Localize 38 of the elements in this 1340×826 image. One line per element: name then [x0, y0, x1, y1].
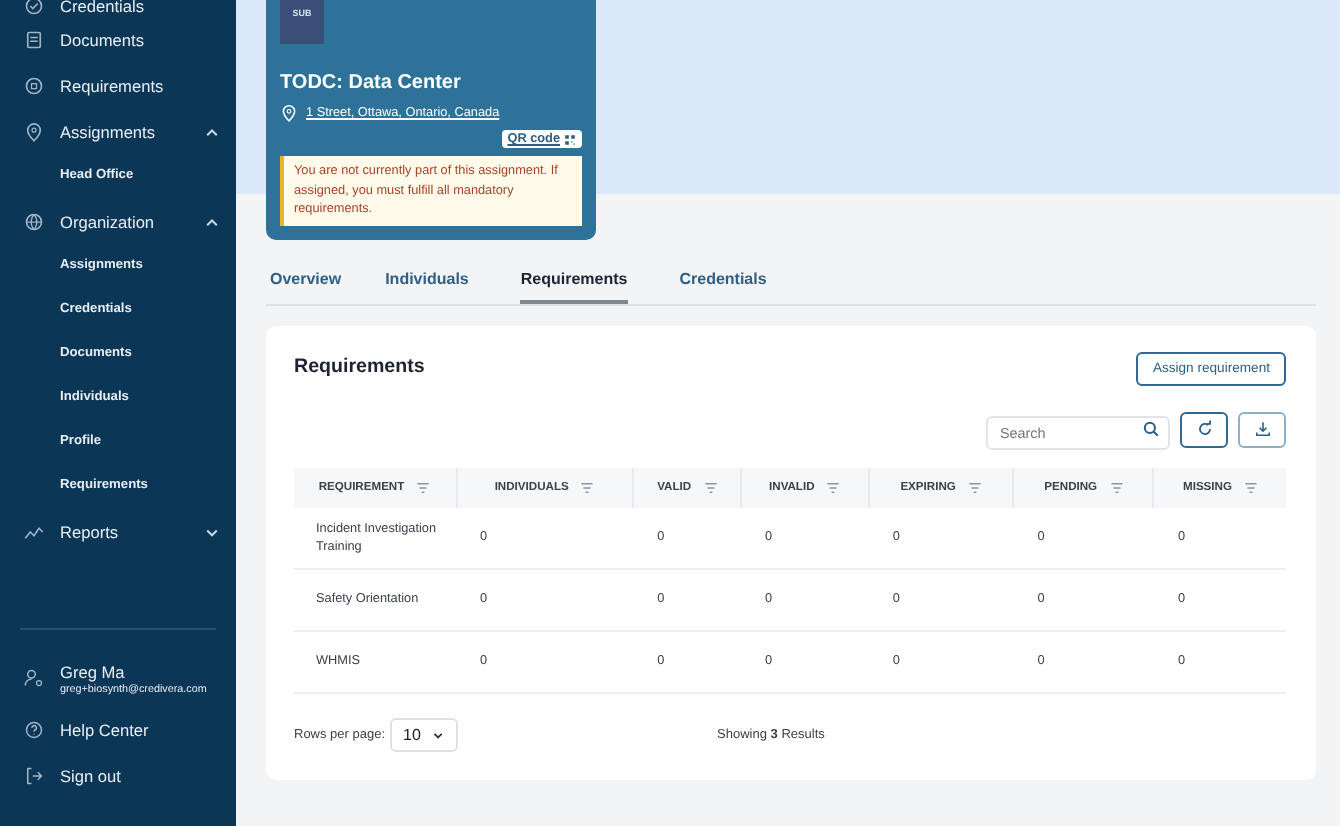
filter-icon[interactable] — [967, 481, 982, 493]
nav-item[interactable]: Documents — [0, 16, 236, 62]
download-button[interactable] — [1238, 411, 1286, 447]
filter-icon[interactable] — [1109, 481, 1124, 493]
refresh-button[interactable] — [1180, 411, 1228, 447]
nav-item[interactable]: Assignments — [0, 108, 236, 154]
nav-item[interactable]: Sign out — [0, 752, 236, 798]
location-pin-icon — [280, 104, 298, 122]
nav-item[interactable]: Reports — [0, 508, 236, 554]
filter-icon[interactable] — [826, 481, 841, 493]
badge-icon — [24, 75, 44, 95]
filter-icon[interactable] — [1243, 481, 1258, 493]
nav-item[interactable]: Requirements — [0, 62, 236, 108]
tab[interactable]: Overview — [270, 259, 342, 303]
location-pin-icon — [24, 121, 44, 141]
tab[interactable]: Individuals — [385, 259, 469, 303]
refresh-icon — [1195, 420, 1213, 438]
search-icon — [1142, 419, 1160, 437]
globe-icon — [24, 211, 44, 231]
document-icon — [24, 29, 44, 49]
tab[interactable]: Requirements — [520, 259, 628, 303]
panel-title: Requirements — [294, 355, 425, 377]
user-icon — [24, 668, 44, 688]
filter-icon[interactable] — [416, 481, 431, 493]
check-circle-icon — [24, 0, 44, 16]
sign-out-icon — [24, 765, 44, 785]
assignment-title: TODC: Data Center — [280, 72, 463, 94]
filter-icon[interactable] — [580, 481, 595, 493]
user-name: Greg Ma — [60, 661, 125, 681]
nav-item[interactable]: Credentials — [0, 0, 236, 16]
qr-code-icon — [564, 133, 576, 145]
nav-item[interactable]: Help Center — [0, 706, 236, 752]
tab[interactable]: Credentials — [679, 259, 767, 303]
rows-per-page-select[interactable]: 10 — [389, 717, 458, 751]
nav-item[interactable]: Organization — [0, 198, 236, 244]
filter-icon[interactable] — [703, 481, 718, 493]
help-icon — [24, 719, 44, 739]
download-icon — [1253, 420, 1271, 438]
